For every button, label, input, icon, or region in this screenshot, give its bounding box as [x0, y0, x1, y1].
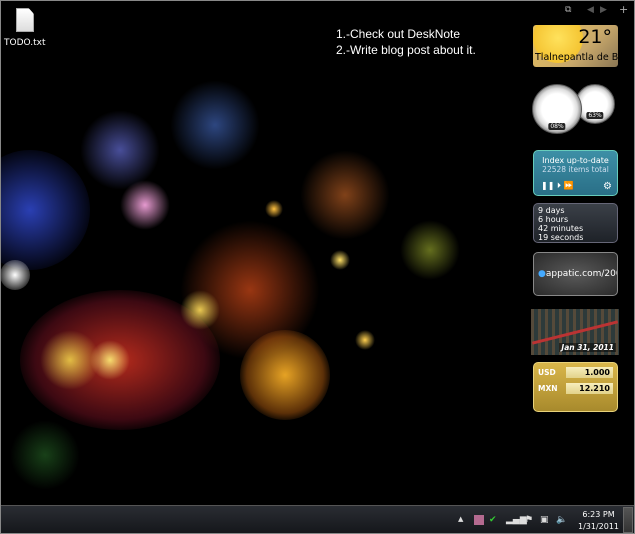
note-line: 2.-Write blog post about it.: [336, 43, 476, 57]
security-icon[interactable]: ✔: [489, 515, 497, 525]
weather-gadget[interactable]: 21° Tlalnepantla de B...: [533, 25, 618, 67]
memory-value: 63%: [586, 112, 604, 119]
from-value[interactable]: 1.000: [566, 367, 613, 378]
photo-date: Jan 31, 2011: [559, 343, 616, 352]
seconds: 19 seconds: [538, 233, 584, 242]
hours: 6 hours: [538, 215, 569, 224]
web-gadget[interactable]: ●appatic.com/2009: [533, 252, 618, 296]
date: 1/31/2011: [578, 522, 620, 531]
from-currency[interactable]: USD: [538, 368, 566, 377]
app-tray-icon[interactable]: [474, 515, 484, 525]
gear-icon[interactable]: ⚙: [603, 181, 612, 192]
time: 6:23 PM: [582, 510, 615, 519]
network-icon[interactable]: ▂▄▆: [506, 515, 527, 525]
action-center-flag-icon[interactable]: ⚑: [525, 515, 533, 525]
show-hidden-icons[interactable]: ▲: [458, 515, 463, 523]
to-currency[interactable]: MXN: [538, 384, 566, 393]
photo-gadget[interactable]: Jan 31, 2011: [531, 309, 619, 355]
search-index-gadget[interactable]: Index up-to-date 22528 items total ❚❚ ⏵ …: [533, 150, 618, 196]
volume-icon[interactable]: 🔈: [556, 515, 567, 525]
cpu-gauge: 08%: [532, 84, 582, 134]
switch-window-icon[interactable]: ⧉: [565, 5, 571, 15]
pause-icon[interactable]: ❚❚: [541, 181, 554, 190]
desktop-icon-label[interactable]: TODO.txt: [4, 38, 45, 48]
add-gadget-icon[interactable]: +: [619, 3, 628, 16]
city: Tlalnepantla de B...: [535, 52, 618, 63]
countdown-gadget[interactable]: 9 days 6 hours 42 minutes 19 seconds: [533, 203, 618, 243]
todo-file-icon[interactable]: [12, 8, 38, 38]
text-file-icon: [16, 8, 34, 32]
prev-icon[interactable]: ◀: [587, 5, 594, 15]
cpu-value: 08%: [548, 123, 566, 130]
currency-gadget[interactable]: USD 1.000 MXN 12.210: [533, 362, 618, 412]
index-count: 22528 items total: [542, 165, 609, 174]
temperature: 21°: [578, 26, 612, 48]
index-status: Index up-to-date: [542, 156, 609, 165]
url-text: appatic.com/2009: [545, 269, 617, 279]
next-icon[interactable]: ▶: [600, 5, 607, 15]
note-line: 1.-Check out DeskNote: [336, 27, 461, 41]
minutes: 42 minutes: [538, 224, 584, 233]
fast-forward-icon[interactable]: ⏩: [564, 181, 574, 190]
power-icon[interactable]: ▣: [540, 515, 549, 525]
globe-icon: ●: [538, 269, 546, 279]
desktop[interactable]: TODO.txt 1.-Check out DeskNote 2.-Write …: [0, 0, 635, 505]
play-icon[interactable]: ⏵: [557, 181, 561, 190]
clock[interactable]: 6:23 PM 1/31/2011: [578, 509, 619, 533]
photo-image: [531, 320, 619, 345]
show-desktop-button[interactable]: [623, 507, 633, 533]
desknote[interactable]: 1.-Check out DeskNote 2.-Write blog post…: [336, 26, 476, 58]
to-value[interactable]: 12.210: [566, 383, 613, 394]
taskbar: ▲ ✔ ▂▄▆ ⚑ ▣ 🔈 6:23 PM 1/31/2011: [0, 505, 635, 534]
days: 9 days: [538, 206, 565, 215]
